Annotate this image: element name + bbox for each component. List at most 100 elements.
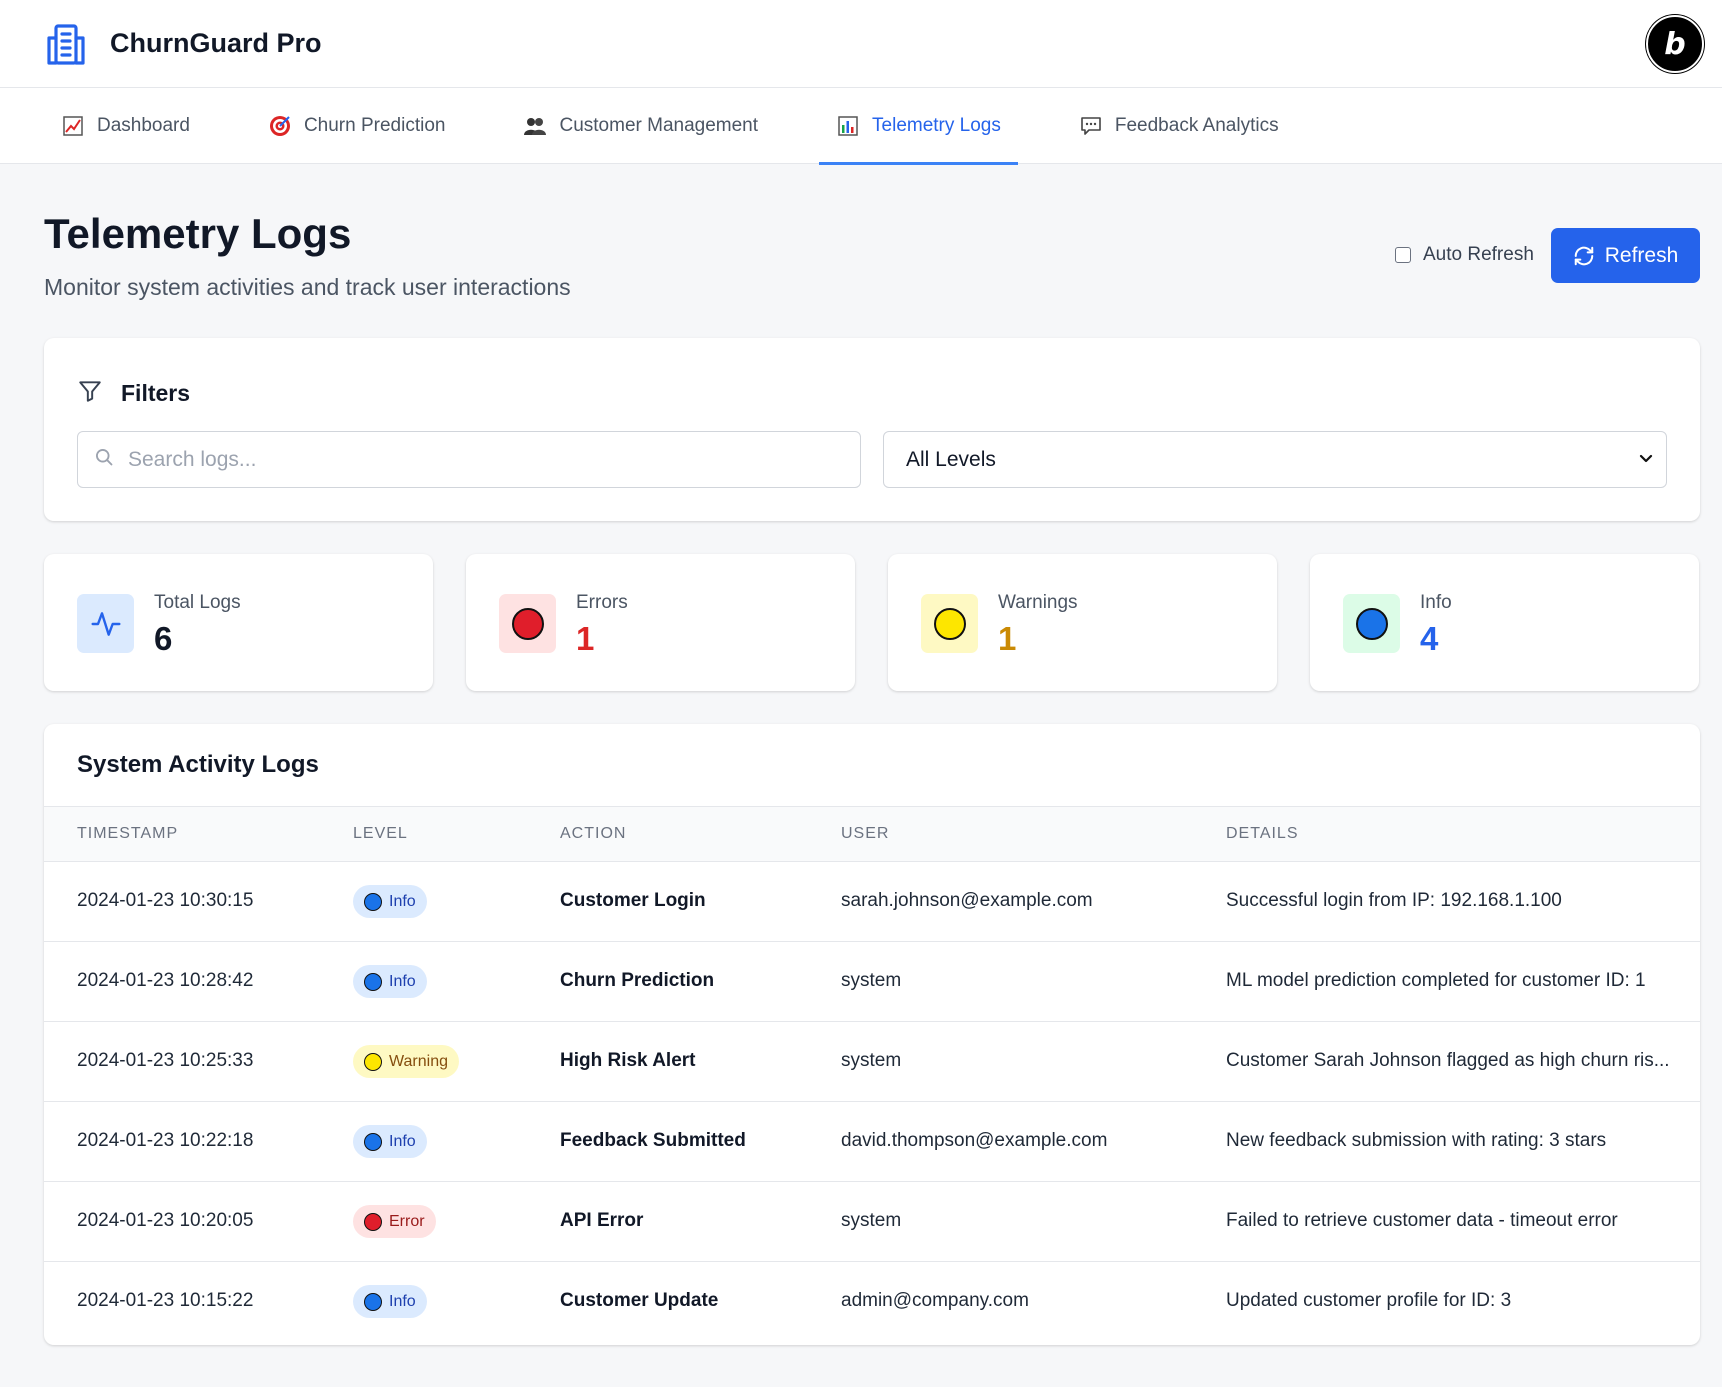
column-header-level: LEVEL: [353, 825, 408, 842]
stat-label: Info: [1420, 592, 1452, 613]
search-field[interactable]: [77, 431, 861, 488]
stat-value: 6: [154, 620, 173, 657]
cell-timestamp: 2024-01-23 10:15:22: [77, 1290, 254, 1311]
tab-label: Telemetry Logs: [872, 115, 1001, 136]
filters-card: Filters All Levels: [44, 338, 1700, 521]
cell-user: system: [841, 970, 902, 991]
level-badge: Info: [353, 1125, 427, 1158]
blue-circle-icon: [364, 1292, 382, 1311]
stat-card-errors: Errors 1: [466, 554, 855, 691]
table-row[interactable]: 2024-01-23 10:30:15 Info Customer Login …: [44, 862, 1700, 942]
chart-icon: [61, 114, 85, 138]
users-icon: [523, 114, 547, 138]
activity-icon: [77, 594, 134, 653]
blue-circle-icon: [364, 972, 382, 991]
page-subtitle: Monitor system activities and track user…: [44, 274, 571, 300]
cell-timestamp: 2024-01-23 10:22:18: [77, 1130, 254, 1151]
cell-action: High Risk Alert: [560, 1050, 696, 1071]
app-header: ChurnGuard Pro b: [0, 0, 1722, 88]
level-select[interactable]: All Levels: [883, 431, 1667, 488]
table-row[interactable]: 2024-01-23 10:25:33 Warning High Risk Al…: [44, 1022, 1700, 1102]
tab-label: Feedback Analytics: [1114, 115, 1279, 136]
auto-refresh-label: Auto Refresh: [1423, 244, 1534, 265]
tab-churn-prediction[interactable]: Churn Prediction: [251, 88, 463, 164]
stat-card-total-logs: Total Logs 6: [44, 554, 433, 691]
table-row[interactable]: 2024-01-23 10:22:18 Info Feedback Submit…: [44, 1102, 1700, 1182]
level-label: Error: [389, 1212, 425, 1230]
table-header: TIMESTAMP LEVEL ACTION USER DETAILS: [44, 806, 1700, 862]
tab-label: Customer Management: [559, 115, 759, 136]
cell-user: david.thompson@example.com: [841, 1130, 1108, 1151]
cell-action: Customer Update: [560, 1290, 719, 1311]
level-badge: Warning: [353, 1045, 459, 1078]
stat-card-warnings: Warnings 1: [888, 554, 1277, 691]
yellow-circle-icon: [364, 1052, 382, 1071]
column-header-timestamp: TIMESTAMP: [77, 825, 179, 842]
level-select-value: All Levels: [906, 447, 996, 471]
level-badge: Info: [353, 965, 427, 998]
target-icon: [268, 114, 292, 138]
refresh-icon: [1573, 245, 1595, 267]
blue-circle-icon: [1343, 594, 1400, 653]
tab-telemetry-logs[interactable]: Telemetry Logs: [819, 88, 1018, 165]
main-nav: Dashboard Churn Prediction Customer Mana…: [0, 88, 1722, 165]
column-header-user: USER: [841, 825, 890, 842]
level-label: Info: [389, 1292, 416, 1310]
table-row[interactable]: 2024-01-23 10:15:22 Info Customer Update…: [44, 1262, 1700, 1342]
stat-label: Warnings: [998, 592, 1078, 613]
yellow-circle-icon: [921, 594, 978, 653]
refresh-button[interactable]: Refresh: [1551, 228, 1700, 283]
cell-details: Updated customer profile for ID: 3: [1226, 1290, 1512, 1311]
cell-timestamp: 2024-01-23 10:20:05: [77, 1210, 254, 1231]
blue-circle-icon: [364, 1132, 382, 1151]
stat-label: Total Logs: [154, 592, 241, 613]
level-label: Info: [389, 972, 416, 990]
stat-value: 1: [576, 620, 595, 657]
cell-details: Successful login from IP: 192.168.1.100: [1226, 890, 1562, 911]
cell-timestamp: 2024-01-23 10:25:33: [77, 1050, 254, 1071]
table-row[interactable]: 2024-01-23 10:28:42 Info Churn Predictio…: [44, 942, 1700, 1022]
app-title: ChurnGuard Pro: [110, 28, 322, 58]
chevron-down-icon: [1638, 448, 1654, 472]
level-badge: Info: [353, 885, 427, 918]
stat-value: 1: [998, 620, 1017, 657]
red-circle-icon: [364, 1212, 382, 1231]
bar-chart-icon: [836, 114, 860, 138]
stat-card-info: Info 4: [1310, 554, 1699, 691]
tab-feedback-analytics[interactable]: Feedback Analytics: [1062, 88, 1296, 164]
logs-title: System Activity Logs: [77, 751, 319, 778]
refresh-label: Refresh: [1604, 243, 1679, 267]
cell-action: Customer Login: [560, 890, 706, 911]
search-input[interactable]: [128, 447, 808, 472]
cell-user: system: [841, 1050, 902, 1071]
column-header-details: DETAILS: [1226, 825, 1299, 842]
level-label: Warning: [389, 1052, 448, 1070]
cell-details: Customer Sarah Johnson flagged as high c…: [1226, 1050, 1670, 1071]
logs-card: System Activity Logs TIMESTAMP LEVEL ACT…: [44, 724, 1700, 1345]
red-circle-icon: [499, 594, 556, 653]
tab-label: Dashboard: [97, 115, 190, 136]
cell-details: Failed to retrieve customer data - timeo…: [1226, 1210, 1618, 1231]
cell-action: Churn Prediction: [560, 970, 715, 991]
tab-dashboard[interactable]: Dashboard: [44, 88, 207, 164]
tab-customer-management[interactable]: Customer Management: [506, 88, 775, 164]
filter-icon: [77, 378, 103, 409]
bolt-badge-letter: b: [1664, 26, 1686, 62]
cell-action: Feedback Submitted: [560, 1130, 746, 1151]
tab-label: Churn Prediction: [303, 115, 446, 136]
building-icon[interactable]: [44, 22, 88, 66]
cell-details: ML model prediction completed for custom…: [1226, 970, 1646, 991]
level-label: Info: [389, 892, 416, 910]
level-label: Info: [389, 1132, 416, 1150]
bolt-badge[interactable]: b: [1646, 15, 1704, 73]
cell-action: API Error: [560, 1210, 644, 1231]
column-header-action: ACTION: [560, 825, 627, 842]
cell-user: admin@company.com: [841, 1290, 1029, 1311]
table-row[interactable]: 2024-01-23 10:20:05 Error API Error syst…: [44, 1182, 1700, 1262]
cell-details: New feedback submission with rating: 3 s…: [1226, 1130, 1607, 1151]
auto-refresh-toggle[interactable]: Auto Refresh: [1395, 244, 1534, 266]
page-title: Telemetry Logs: [44, 210, 352, 257]
auto-refresh-checkbox[interactable]: [1395, 247, 1411, 263]
filters-title: Filters: [121, 380, 191, 406]
cell-timestamp: 2024-01-23 10:28:42: [77, 970, 254, 991]
